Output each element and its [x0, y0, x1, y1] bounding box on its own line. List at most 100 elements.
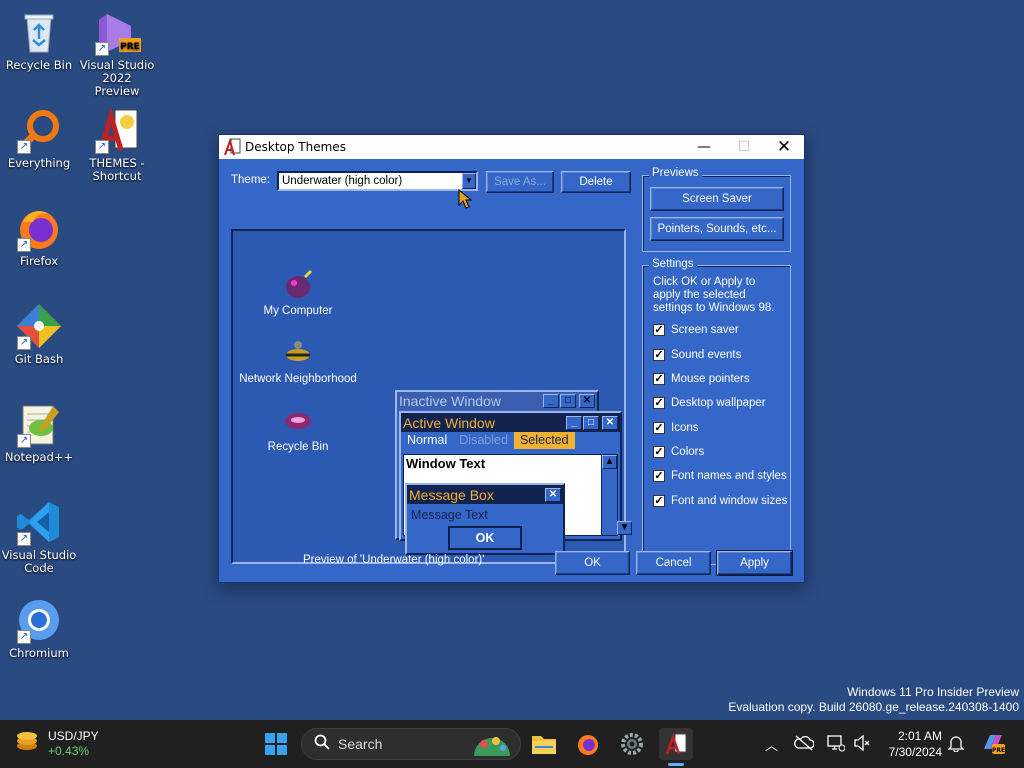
- shortcut-arrow-icon: ↗: [17, 532, 31, 546]
- dialog-titlebar[interactable]: Desktop Themes — ☐ ✕: [219, 135, 804, 159]
- theme-dropdown[interactable]: Underwater (high color) ▼: [277, 171, 478, 191]
- screen-saver-button[interactable]: Screen Saver: [650, 187, 784, 211]
- firefox-icon: [578, 735, 598, 755]
- clock[interactable]: 2:01 AM 7/30/2024: [880, 728, 942, 760]
- preview-icon-label: Recycle Bin: [267, 441, 329, 453]
- themes-icon: [665, 733, 687, 755]
- checkbox-label: Colors: [671, 446, 705, 458]
- checkbox-check-icon[interactable]: ✓: [653, 470, 665, 482]
- active-window-title: Active Window: [403, 414, 495, 431]
- my-computer-icon: [281, 267, 315, 301]
- checkbox-check-icon[interactable]: ✓: [653, 373, 665, 385]
- preview-icon-my-computer: My Computer: [233, 267, 363, 317]
- desktop-themes-dialog: Desktop Themes — ☐ ✕ Theme: Underwater (…: [218, 134, 805, 583]
- pointers-sounds-button[interactable]: Pointers, Sounds, etc...: [650, 217, 784, 241]
- checkbox-check-icon[interactable]: ✓: [653, 349, 665, 361]
- shortcut-arrow-icon: ↗: [17, 336, 31, 350]
- checkbox-label: Font names and styles: [671, 470, 787, 482]
- minimize-button[interactable]: —: [684, 135, 724, 159]
- copilot-icon[interactable]: PRE: [980, 731, 1006, 760]
- notification-bell-icon[interactable]: [947, 734, 965, 757]
- weather-widget[interactable]: USD/JPY +0.43%: [14, 728, 99, 759]
- firefox-taskbar-button[interactable]: [571, 728, 605, 760]
- desktop-icon-visual-studio-2022-preview[interactable]: PRE ↗ Visual Studio 2022 Preview: [79, 8, 155, 98]
- window-text: Window Text: [406, 456, 486, 471]
- desktop-icon-label: Notepad++: [4, 450, 74, 464]
- desktop-icon-chromium[interactable]: ↗ Chromium: [1, 596, 77, 660]
- desktop-icon-visual-studio-code[interactable]: ↗ Visual Studio Code: [1, 498, 77, 575]
- chevron-down-icon[interactable]: ▼: [462, 173, 476, 189]
- delete-button[interactable]: Delete: [561, 171, 631, 193]
- desktop-icon-label: Git Bash: [14, 352, 64, 366]
- taskbar-search-box[interactable]: Search: [301, 728, 521, 760]
- minimize-icon: _: [566, 415, 582, 430]
- dialog-title: Desktop Themes: [245, 140, 346, 154]
- volume-muted-icon[interactable]: [853, 734, 871, 757]
- checkbox-label: Desktop wallpaper: [671, 397, 766, 409]
- file-explorer-button[interactable]: [527, 728, 561, 760]
- preview-icon-label: My Computer: [263, 305, 333, 317]
- checkbox-mouse-pointers[interactable]: ✓ Mouse pointers: [653, 373, 750, 385]
- widget-value: +0.43%: [48, 743, 90, 758]
- apply-button[interactable]: Apply: [716, 550, 793, 576]
- previews-group-label: Previews: [649, 167, 702, 179]
- desktop-icon-label: Chromium: [9, 646, 69, 660]
- visual-studio-preview-icon: PRE ↗: [93, 8, 141, 56]
- close-button[interactable]: ✕: [764, 135, 804, 159]
- desktop-icon-git-bash[interactable]: ↗ Git Bash: [1, 302, 77, 366]
- start-button[interactable]: [259, 728, 293, 760]
- desktop-icon-themes-shortcut[interactable]: ↗ THEMES - Shortcut: [79, 106, 155, 183]
- checkbox-screen-saver[interactable]: ✓ Screen saver: [653, 324, 739, 336]
- windows-logo-icon: [265, 733, 287, 755]
- desktop-icon-label: Visual Studio Code: [1, 548, 77, 575]
- ok-button[interactable]: OK: [555, 551, 630, 575]
- themes-taskbar-button[interactable]: [659, 728, 693, 766]
- onedrive-offline-icon[interactable]: [794, 735, 815, 756]
- cancel-button[interactable]: Cancel: [636, 551, 711, 575]
- checkbox-font-names[interactable]: ✓ Font names and styles: [653, 470, 787, 482]
- checkbox-icons[interactable]: ✓ Icons: [653, 422, 699, 434]
- active-titlebar: Active Window _ □ ✕: [401, 413, 620, 432]
- checkbox-label: Font and window sizes: [671, 495, 788, 507]
- scroll-down-icon: ▼: [617, 521, 632, 535]
- gear-icon: [621, 733, 643, 755]
- desktop-icon-notepad-plus-plus[interactable]: ↗ Notepad++: [1, 400, 77, 464]
- settings-taskbar-button[interactable]: [615, 728, 649, 760]
- desktop-icon-recycle-bin[interactable]: Recycle Bin: [1, 8, 77, 72]
- search-icon: [314, 734, 330, 755]
- checkbox-font-sizes[interactable]: ✓ Font and window sizes: [653, 495, 787, 507]
- preview-icon-network-neighborhood: Network Neighborhood: [233, 335, 363, 385]
- active-indicator: [668, 763, 684, 766]
- notepad-plus-plus-icon: ↗: [15, 400, 63, 448]
- shortcut-arrow-icon: ↗: [17, 434, 31, 448]
- desktop-icon-firefox[interactable]: ↗ Firefox: [1, 204, 77, 268]
- settings-group: Click OK or Apply to apply the selected …: [642, 265, 791, 565]
- desktop-icon-everything[interactable]: ↗ Everything: [1, 106, 77, 170]
- chevron-up-icon[interactable]: ︿: [765, 735, 778, 754]
- settings-description: Click OK or Apply to apply the selected …: [653, 276, 775, 314]
- checkbox-label: Sound events: [671, 349, 742, 361]
- checkbox-check-icon[interactable]: ✓: [653, 397, 665, 409]
- checkbox-sound-events[interactable]: ✓ Sound events: [653, 349, 741, 361]
- checkbox-check-icon[interactable]: ✓: [653, 446, 665, 458]
- checkbox-check-icon[interactable]: ✓: [653, 422, 665, 434]
- checkbox-colors[interactable]: ✓ Colors: [653, 446, 704, 458]
- checkbox-label: Mouse pointers: [671, 373, 750, 385]
- maximize-icon: □: [583, 415, 599, 430]
- msgbox-ok-button: OK: [448, 526, 522, 550]
- windows-watermark: Windows 11 Pro Insider Preview Evaluatio…: [728, 685, 1019, 715]
- preview-menubar: Normal Disabled Selected: [401, 432, 620, 449]
- menu-selected: Selected: [513, 432, 575, 449]
- close-icon: ✕: [545, 487, 561, 502]
- checkbox-check-icon[interactable]: ✓: [653, 495, 665, 507]
- recycle-bin-icon: [15, 8, 63, 56]
- preview-scrollbar: ▲ ▼: [601, 455, 632, 535]
- checkbox-check-icon[interactable]: ✓: [653, 324, 665, 336]
- menu-normal: Normal: [407, 433, 448, 447]
- checkbox-desktop-wallpaper[interactable]: ✓ Desktop wallpaper: [653, 397, 766, 409]
- mouse-pointer-icon: [458, 188, 473, 213]
- search-highlight-icon: [470, 732, 514, 763]
- network-icon[interactable]: [827, 734, 846, 757]
- network-neighborhood-icon: [281, 335, 315, 369]
- theme-preview: My Computer Network Neighborhood Recycle…: [231, 229, 632, 564]
